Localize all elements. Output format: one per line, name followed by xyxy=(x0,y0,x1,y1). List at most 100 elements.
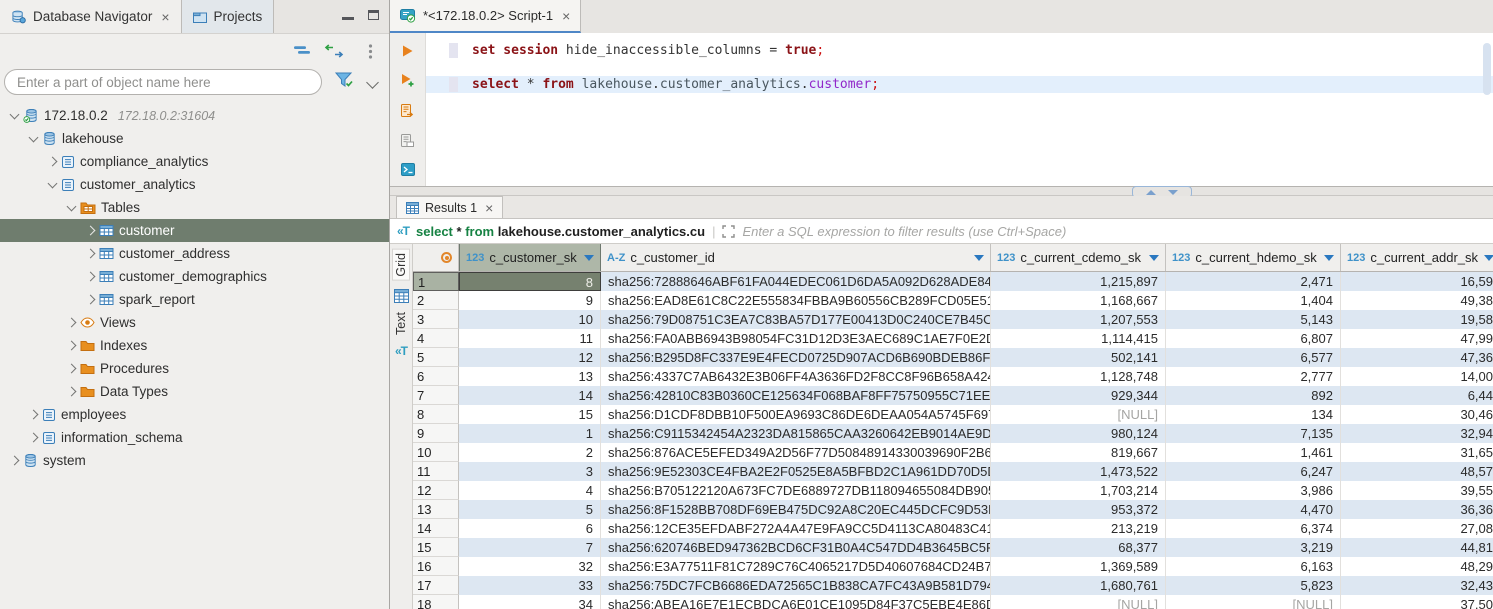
chevron-right-icon[interactable] xyxy=(25,411,42,418)
row-number[interactable]: 15 xyxy=(413,538,459,557)
execute-statement-icon[interactable] xyxy=(401,44,414,58)
grid-cell[interactable]: sha256:D1CDF8DBB10F500EA9693C86DE6DEAA05… xyxy=(601,405,991,424)
text-view-icon[interactable]: «T xyxy=(395,344,407,358)
grid-cell[interactable]: 48,29 xyxy=(1341,557,1493,576)
row-number[interactable]: 6 xyxy=(413,367,459,386)
chevron-right-icon[interactable] xyxy=(82,296,99,303)
tab-text-view[interactable]: Text xyxy=(394,312,408,335)
expand-filter-icon[interactable] xyxy=(722,225,735,238)
chevron-right-icon[interactable] xyxy=(44,158,61,165)
grid-cell[interactable]: sha256:79D08751C3EA7C83BA57D177E00413D0C… xyxy=(601,310,991,329)
grid-cell[interactable]: 68,377 xyxy=(991,538,1166,557)
grid-cell[interactable]: 47,36 xyxy=(1341,348,1493,367)
execute-new-tab-icon[interactable] xyxy=(400,73,415,88)
grid-cell[interactable]: 1,114,415 xyxy=(991,329,1166,348)
tree-item-customer-address[interactable]: customer_address xyxy=(0,242,389,265)
grid-cell[interactable]: 27,08 xyxy=(1341,519,1493,538)
grid-view-icon[interactable] xyxy=(394,289,409,303)
row-number[interactable]: 11 xyxy=(413,462,459,481)
grid-cell[interactable]: 48,57 xyxy=(1341,462,1493,481)
grid-cell[interactable]: [NULL] xyxy=(1166,595,1341,609)
row-number[interactable]: 8 xyxy=(413,405,459,424)
grid-cell[interactable]: 1,128,748 xyxy=(991,367,1166,386)
grid-cell[interactable]: 19,58 xyxy=(1341,310,1493,329)
collapse-down-icon[interactable] xyxy=(1168,190,1178,195)
chevron-down-icon[interactable] xyxy=(6,114,23,118)
grid-cell[interactable]: 37,50 xyxy=(1341,595,1493,609)
open-console-icon[interactable] xyxy=(401,163,415,176)
tree-item-spark-report[interactable]: spark_report xyxy=(0,288,389,311)
tree-item-views[interactable]: Views xyxy=(0,311,389,334)
grid-cell[interactable]: 32,94 xyxy=(1341,424,1493,443)
grid-cell[interactable]: 2,471 xyxy=(1166,272,1341,291)
grid-cell[interactable]: sha256:75DC7FCB6686EDA72565C1B838CA7FC43… xyxy=(601,576,991,595)
grid-cell[interactable]: 134 xyxy=(1166,405,1341,424)
close-icon[interactable]: × xyxy=(161,10,169,24)
row-number[interactable]: 13 xyxy=(413,500,459,519)
tab-grid-view[interactable]: Grid xyxy=(393,250,409,280)
grid-cell[interactable]: 14,00 xyxy=(1341,367,1493,386)
grid-cell[interactable]: sha256:4337C7AB6432E3B06FF4A3636FD2F8CC8… xyxy=(601,367,991,386)
tree-item-customer-analytics[interactable]: customer_analytics xyxy=(0,173,389,196)
row-number[interactable]: 2 xyxy=(413,291,459,310)
grid-cell[interactable]: sha256:8F1528BB708DF69EB475DC92A8C20EC44… xyxy=(601,500,991,519)
sort-dropdown-icon[interactable] xyxy=(1324,255,1334,261)
chevron-down-icon[interactable] xyxy=(25,137,42,141)
code-area[interactable]: set session hide_inaccessible_columns = … xyxy=(426,33,1493,186)
grid-cell[interactable]: 32,43 xyxy=(1341,576,1493,595)
tree-item-customer-demographics[interactable]: customer_demographics xyxy=(0,265,389,288)
grid-cell[interactable]: 1,215,897 xyxy=(991,272,1166,291)
grid-cell[interactable]: sha256:12CE35EFDABF272A4A47E9FA9CC5D4113… xyxy=(601,519,991,538)
grid-cell[interactable]: 5,823 xyxy=(1166,576,1341,595)
grid-cell[interactable]: 4 xyxy=(459,481,601,500)
chevron-down-icon[interactable] xyxy=(63,206,80,210)
tree-item-information-schema[interactable]: information_schema xyxy=(0,426,389,449)
grid-cell[interactable]: 10 xyxy=(459,310,601,329)
grid-cell[interactable]: 1 xyxy=(459,424,601,443)
chevron-right-icon[interactable] xyxy=(82,250,99,257)
grid-cell[interactable]: 44,81 xyxy=(1341,538,1493,557)
row-number[interactable]: 17 xyxy=(413,576,459,595)
chevron-right-icon[interactable] xyxy=(25,434,42,441)
grid-cell[interactable]: 1,473,522 xyxy=(991,462,1166,481)
grid-cell[interactable]: 7 xyxy=(459,538,601,557)
chevron-down-icon[interactable] xyxy=(44,183,61,187)
grid-cell[interactable]: 34 xyxy=(459,595,601,609)
grid-cell[interactable]: 15 xyxy=(459,405,601,424)
column-header-c_current_addr_sk[interactable]: 123c_current_addr_sk xyxy=(1341,244,1493,271)
chevron-right-icon[interactable] xyxy=(63,365,80,372)
editor-scrollbar[interactable] xyxy=(1483,43,1491,95)
grid-cell[interactable]: 5,143 xyxy=(1166,310,1341,329)
tree-item-data-types[interactable]: Data Types xyxy=(0,380,389,403)
grid-cell[interactable]: sha256:620746BED947362BCD6CF31B0A4C547DD… xyxy=(601,538,991,557)
grid-cell[interactable]: 6 xyxy=(459,519,601,538)
filter-funnel-icon[interactable] xyxy=(334,71,355,89)
grid-cell[interactable]: 929,344 xyxy=(991,386,1166,405)
grid-cell[interactable]: 36,36 xyxy=(1341,500,1493,519)
grid-cell[interactable]: 8 xyxy=(459,272,601,291)
chevron-right-icon[interactable] xyxy=(82,227,99,234)
grid-cell[interactable]: 502,141 xyxy=(991,348,1166,367)
chevron-right-icon[interactable] xyxy=(63,319,80,326)
grid-cell[interactable]: 16,59 xyxy=(1341,272,1493,291)
row-number[interactable]: 18 xyxy=(413,595,459,609)
grid-cell[interactable]: 6,247 xyxy=(1166,462,1341,481)
chevron-right-icon[interactable] xyxy=(63,342,80,349)
column-header-c_customer_id[interactable]: A-Zc_customer_id xyxy=(601,244,991,271)
row-number[interactable]: 14 xyxy=(413,519,459,538)
grid-cell[interactable]: 892 xyxy=(1166,386,1341,405)
view-menu-icon[interactable] xyxy=(368,44,373,59)
grid-cell[interactable]: 49,38 xyxy=(1341,291,1493,310)
grid-cell[interactable]: sha256:E3A77511F81C7289C76C4065217D5D406… xyxy=(601,557,991,576)
grid-cell[interactable]: 6,163 xyxy=(1166,557,1341,576)
grid-cell[interactable]: sha256:42810C83B0360CE125634F068BAF8FF75… xyxy=(601,386,991,405)
collapse-all-icon[interactable] xyxy=(293,44,311,56)
code-line[interactable]: select * from lakehouse.customer_analyti… xyxy=(426,76,1493,93)
grid-cell[interactable]: 980,124 xyxy=(991,424,1166,443)
sort-dropdown-icon[interactable] xyxy=(1484,255,1493,261)
column-header-c_customer_sk[interactable]: 123c_customer_sk xyxy=(459,244,601,271)
grid-cell[interactable]: 6,577 xyxy=(1166,348,1341,367)
tree-item-compliance-analytics[interactable]: compliance_analytics xyxy=(0,150,389,173)
grid-cell[interactable]: 3 xyxy=(459,462,601,481)
grid-cell[interactable]: sha256:ABEA16E7E1ECBDCA6E01CE1095D84F37C… xyxy=(601,595,991,609)
